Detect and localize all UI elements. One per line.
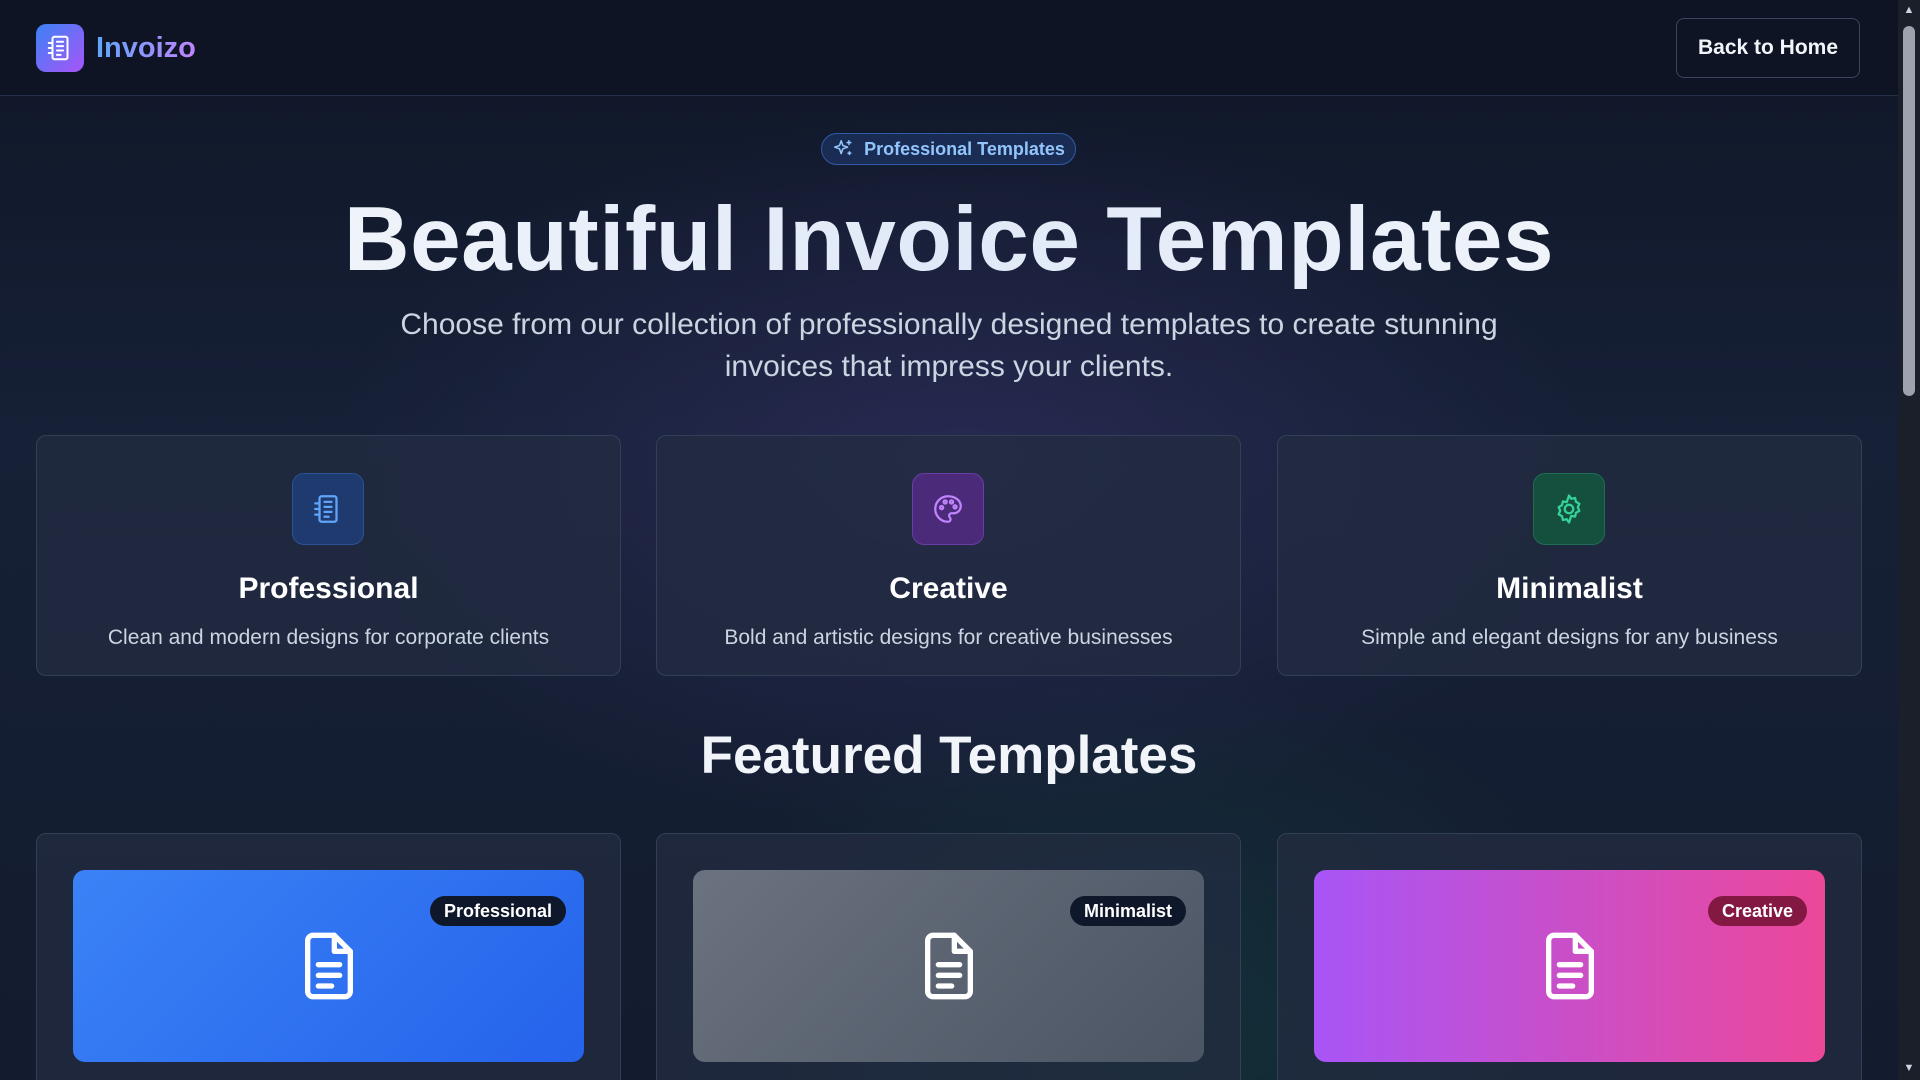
scroll-down-arrow-icon[interactable]: ▼ — [1903, 1062, 1915, 1074]
invoice-document-icon — [36, 24, 84, 72]
page-subtitle: Choose from our collection of profession… — [400, 308, 1498, 383]
category-card-creative[interactable]: Creative Bold and artistic designs for c… — [656, 435, 1241, 676]
scrollbar-thumb[interactable] — [1903, 26, 1915, 396]
category-card-professional[interactable]: Professional Clean and modern designs fo… — [36, 435, 621, 676]
pill-label: Professional Templates — [864, 138, 1065, 159]
scroll-up-arrow-icon[interactable]: ▲ — [1903, 4, 1915, 16]
template-card-minimalist[interactable]: Minimalist — [656, 833, 1241, 1080]
vertical-scrollbar[interactable]: ▲ ▼ — [1898, 0, 1920, 1080]
brand-logo-link[interactable]: Invoizo — [36, 24, 196, 72]
category-description: Clean and modern designs for corporate c… — [107, 626, 550, 649]
file-text-icon — [1545, 932, 1594, 1000]
invoice-document-icon — [292, 473, 364, 545]
page-title: Beautiful Invoice Templates — [0, 190, 1898, 290]
template-card-creative[interactable]: Creative — [1277, 833, 1862, 1080]
category-card-minimalist[interactable]: Minimalist Simple and elegant designs fo… — [1277, 435, 1862, 676]
template-badge: Professional — [429, 896, 566, 926]
category-description: Bold and artistic designs for creative b… — [724, 626, 1173, 649]
template-preview[interactable]: Professional — [73, 870, 584, 1062]
category-description: Simple and elegant designs for any busin… — [1361, 626, 1778, 649]
template-preview[interactable]: Minimalist — [693, 870, 1204, 1062]
top-navbar: Invoizo Back to Home — [0, 0, 1898, 96]
template-badge: Minimalist — [1069, 896, 1186, 926]
category-title: Creative — [889, 572, 1008, 605]
gear-icon — [1533, 473, 1605, 545]
template-badge: Creative — [1707, 896, 1807, 926]
professional-templates-pill: Professional Templates — [821, 133, 1076, 165]
template-preview[interactable]: Creative — [1314, 870, 1825, 1062]
file-text-icon — [304, 932, 353, 1000]
back-to-home-button[interactable]: Back to Home — [1676, 18, 1860, 78]
category-title: Professional — [238, 572, 419, 605]
featured-templates-heading: Featured Templates — [700, 726, 1198, 785]
template-card-professional[interactable]: Professional — [36, 833, 621, 1080]
file-text-icon — [924, 932, 973, 1000]
palette-icon — [912, 473, 984, 545]
page: Invoizo Back to Home Professional Templa… — [0, 0, 1898, 1080]
brand-name: Invoizo — [96, 31, 196, 64]
sparkles-icon — [834, 139, 852, 156]
category-title: Minimalist — [1496, 572, 1643, 605]
